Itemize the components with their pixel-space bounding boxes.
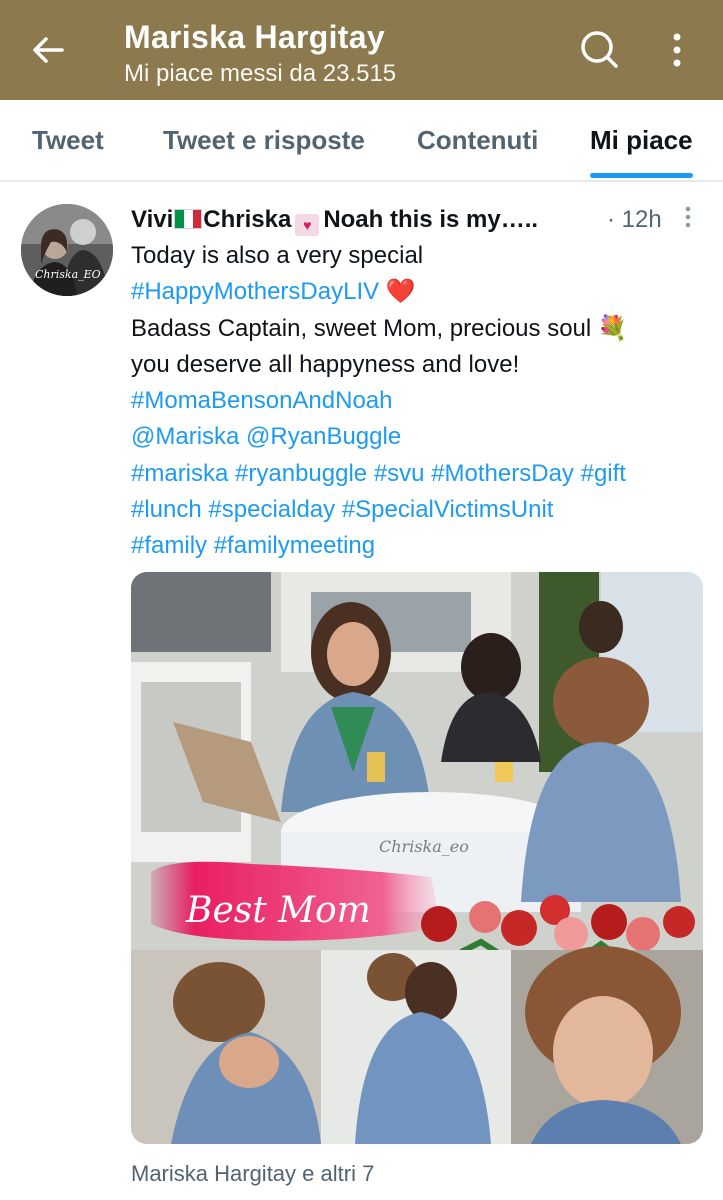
name-part: Noah this is my….. bbox=[323, 206, 539, 233]
hashtag-link[interactable]: #SpecialVictimsUnit bbox=[342, 496, 554, 523]
tab-contenuti[interactable]: Contenuti bbox=[417, 100, 538, 180]
hashtag-link[interactable]: #lunch bbox=[131, 496, 202, 523]
text-line: #lunch #specialday #SpecialVictimsUnit bbox=[131, 492, 711, 528]
text-segment: Badass Captain, sweet Mom, precious soul bbox=[131, 314, 592, 342]
text-line: #family #familymeeting bbox=[131, 528, 711, 564]
bouquet-icon: 💐 bbox=[597, 314, 628, 342]
hashtag-link[interactable]: #MothersDay bbox=[431, 460, 574, 487]
tweet-timestamp[interactable]: · 12h bbox=[607, 204, 662, 236]
author-display-name[interactable]: Vivi Chriska ♥ Noah this is my….. bbox=[131, 204, 538, 236]
text-line: #HappyMothersDayLIV ❤️ bbox=[131, 274, 711, 310]
active-tab-indicator bbox=[590, 173, 693, 178]
hashtag-link[interactable]: #MomaBensonAndNoah bbox=[131, 383, 711, 419]
search-icon[interactable] bbox=[578, 28, 620, 70]
hashtag-link[interactable]: #ryanbuggle bbox=[235, 460, 367, 487]
hashtag-link[interactable]: #family bbox=[131, 532, 207, 559]
name-part: Vivi bbox=[131, 206, 174, 233]
profile-tabs: Tweet Tweet e risposte Contenuti Mi piac… bbox=[0, 100, 723, 182]
app-bar: Mariska Hargitay Mi piace messi da 23.51… bbox=[0, 0, 723, 100]
mention-link[interactable]: @RyanBuggle bbox=[246, 423, 401, 450]
text-line: #mariska #ryanbuggle #svu #MothersDay #g… bbox=[131, 456, 711, 492]
best-mom-banner: Best Mom bbox=[185, 890, 371, 931]
media-watermark: Chriska_eo bbox=[379, 837, 469, 856]
hashtag-link[interactable]: #HappyMothersDayLIV bbox=[131, 278, 379, 305]
tweet-header: Vivi Chriska ♥ Noah this is my….. · 12h bbox=[131, 204, 691, 236]
header-titles: Mariska Hargitay Mi piace messi da 23.51… bbox=[124, 18, 396, 89]
tab-label: Tweet e risposte bbox=[163, 125, 365, 155]
profile-name-title: Mariska Hargitay bbox=[124, 19, 385, 55]
avatar-photo bbox=[21, 204, 113, 296]
tab-tweet-e-risposte[interactable]: Tweet e risposte bbox=[163, 100, 365, 180]
tab-mi-piace[interactable]: Mi piace bbox=[590, 100, 693, 180]
name-part: Chriska bbox=[203, 206, 292, 233]
back-arrow-icon[interactable] bbox=[28, 30, 68, 70]
more-vertical-icon[interactable] bbox=[664, 30, 690, 70]
tweet-text: Today is also a very special #HappyMothe… bbox=[131, 238, 711, 565]
liked-by-text[interactable]: Mariska Hargitay e altri 7 bbox=[131, 1161, 374, 1187]
avatar-watermark: Chriska_EO bbox=[35, 268, 101, 281]
tab-tweet[interactable]: Tweet bbox=[32, 100, 104, 180]
hashtag-link[interactable]: #familymeeting bbox=[214, 532, 375, 559]
tweet-card[interactable]: Chriska_EO Vivi Chriska ♥ Noah this is my….… bbox=[0, 182, 723, 1200]
likes-count-subtitle: Mi piace messi da 23.515 bbox=[124, 60, 397, 87]
collage-photo: Chriska_eo Best Mom bbox=[131, 572, 703, 1144]
red-heart-icon: ❤️ bbox=[385, 278, 416, 306]
text-line: you deserve all happyness and love! bbox=[131, 350, 520, 378]
text-line: Today is also a very special bbox=[131, 242, 424, 269]
hashtag-link[interactable]: #mariska bbox=[131, 460, 228, 487]
hashtag-link[interactable]: #specialday bbox=[208, 496, 335, 523]
tab-label: Mi piace bbox=[590, 125, 693, 155]
hashtag-link[interactable]: #svu bbox=[374, 460, 425, 487]
italy-flag-icon bbox=[174, 209, 203, 229]
tab-label: Contenuti bbox=[417, 125, 539, 155]
mention-link[interactable]: @Mariska bbox=[131, 423, 239, 450]
tweet-media-image[interactable]: Chriska_eo Best Mom bbox=[131, 572, 703, 1144]
avatar[interactable]: Chriska_EO bbox=[21, 204, 113, 296]
text-line: Badass Captain, sweet Mom, precious soul… bbox=[131, 311, 711, 347]
tweet-options-icon[interactable] bbox=[684, 206, 692, 228]
text-line: @Mariska @RyanBuggle bbox=[131, 419, 711, 455]
love-letter-icon: ♥ bbox=[295, 214, 320, 236]
hashtag-link[interactable]: #gift bbox=[581, 460, 626, 487]
tab-label: Tweet bbox=[32, 125, 104, 155]
